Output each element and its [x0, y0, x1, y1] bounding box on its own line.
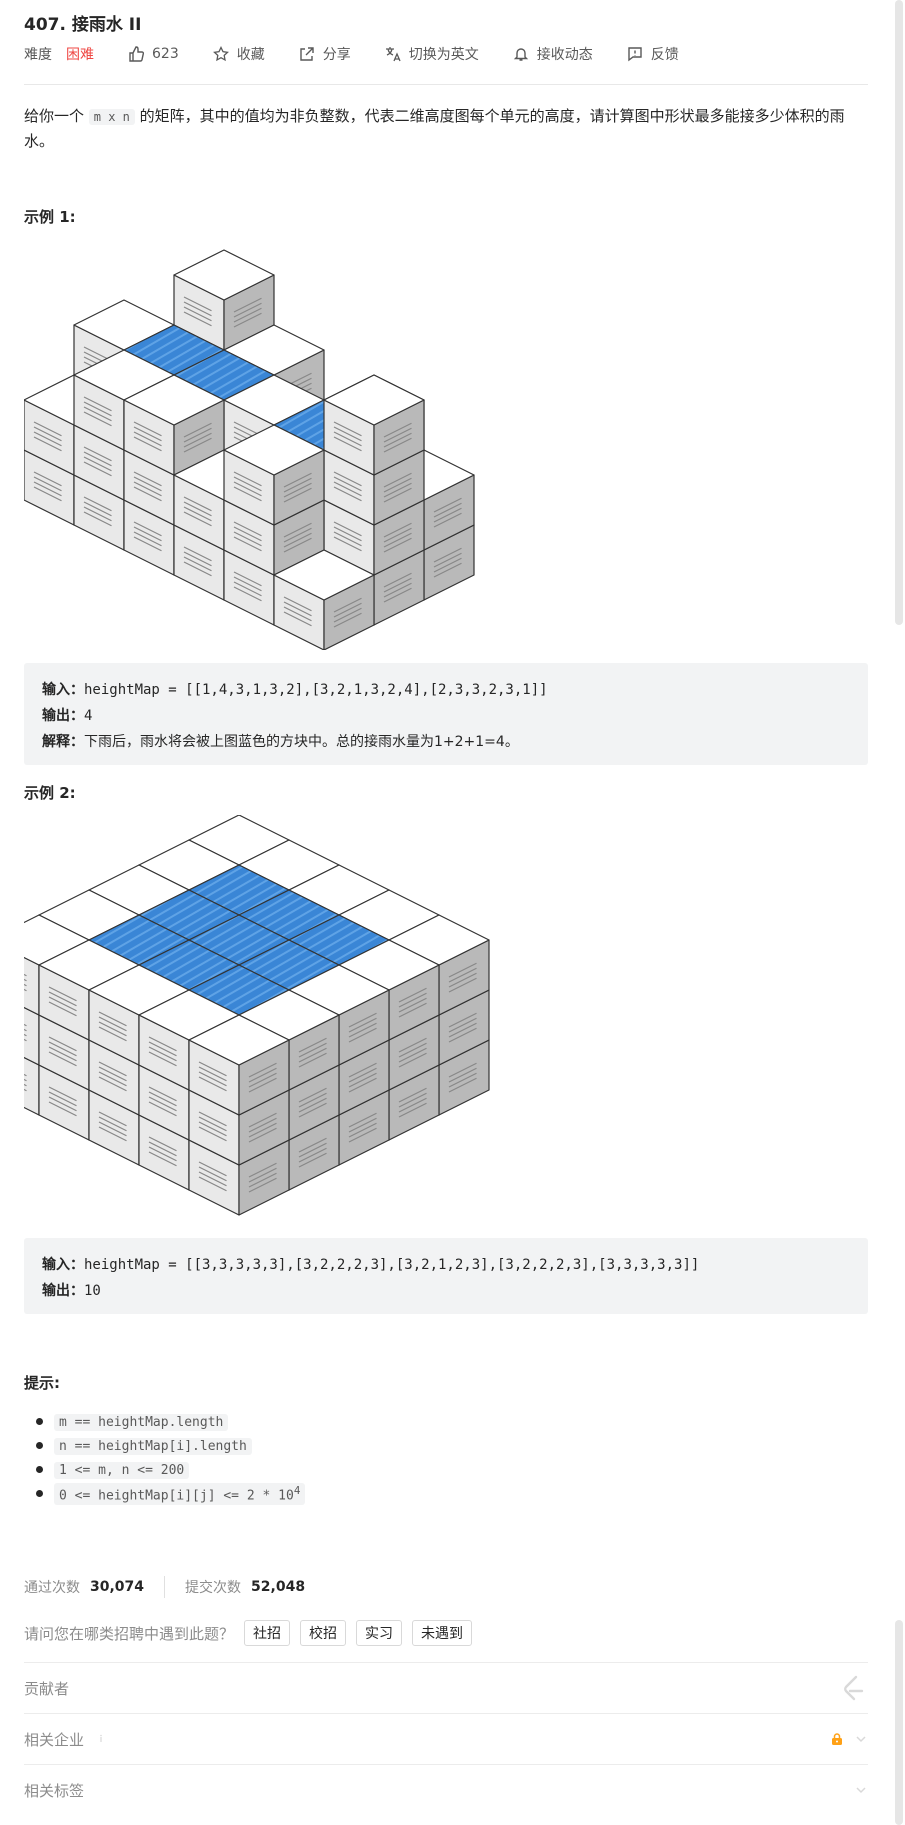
constraint-code: 1 <= m, n <= 200 [54, 1461, 190, 1479]
like-button[interactable]: 623 [128, 46, 179, 62]
feedback-button[interactable]: 反馈 [627, 44, 679, 64]
constraint-code: n == heightMap[i].length [54, 1437, 252, 1455]
example-1-explanation: 下雨后，雨水将会被上图蓝色的方块中。总的接雨水量为1+2+1=4。 [84, 734, 519, 750]
difficulty-badge: 困难 [66, 47, 94, 63]
constraint-item: n == heightMap[i].length [35, 1434, 305, 1458]
example-2-output: 10 [84, 1283, 101, 1299]
input-label: 输入： [42, 1257, 84, 1273]
example-2-box: 输入：heightMap = [[3,3,3,3,3],[3,2,2,2,3],… [24, 1238, 868, 1314]
passed-label: 通过次数 [24, 1580, 80, 1596]
example-1-input: heightMap = [[1,4,3,1,3,2],[3,2,1,3,2,4]… [84, 682, 548, 698]
translate-icon [385, 47, 401, 62]
switch-language-button[interactable]: 切换为英文 [385, 44, 479, 64]
subscribe-label: 接收动态 [536, 47, 593, 63]
output-label: 输出： [42, 1283, 84, 1299]
contributors-label: 贡献者 [24, 1679, 70, 1698]
switch-language-label: 切换为英文 [408, 47, 479, 63]
chevron-down-icon [856, 1787, 866, 1794]
favorite-label: 收藏 [236, 47, 265, 63]
constraint-code: m == heightMap.length [54, 1413, 229, 1431]
inline-code: m x n [88, 109, 135, 125]
recruit-option-social[interactable]: 社招 [244, 1620, 291, 1646]
problem-description: 给你一个 m x n 的矩阵，其中的值均为非负整数，代表二维高度图每个单元的高度… [24, 104, 868, 153]
description-text: 的矩阵，其中的值均为非负整数，代表二维高度图每个单元的高度，请计算图中形状最多能… [24, 107, 845, 150]
favorite-button[interactable]: 收藏 [212, 44, 265, 64]
output-label: 输出： [42, 708, 84, 724]
constraint-item: 0 <= heightMap[i][j] <= 2 * 104 [35, 1482, 306, 1506]
share-button[interactable]: 分享 [299, 44, 351, 64]
scrollbar[interactable] [893, 0, 905, 1825]
description-text: 给你一个 [24, 107, 89, 125]
like-count: 623 [152, 46, 179, 62]
example-2-input: heightMap = [[3,3,3,3,3],[3,2,2,2,3],[3,… [84, 1257, 700, 1273]
constraint-item: 1 <= m, n <= 200 [35, 1458, 305, 1482]
constraint-code: 0 <= heightMap[i][j] <= 2 * 104 [54, 1483, 306, 1505]
share-icon [300, 47, 314, 61]
recruit-question: 请问您在哪类招聘中遇到此题？ [24, 1624, 235, 1643]
bell-icon [513, 48, 528, 61]
example-1-illustration [24, 249, 475, 650]
example-2-heading: 示例 2: [24, 784, 76, 802]
companies-label: 相关企业 [24, 1730, 85, 1749]
constraints-heading: 提示: [24, 1374, 60, 1392]
problem-title: 407. 接雨水 II [24, 15, 142, 35]
constraint-code-text: 0 <= heightMap[i][j] <= 2 * 10 [59, 1488, 294, 1504]
recruit-option-intern[interactable]: 实习 [356, 1620, 403, 1646]
scrollbar-thumb[interactable] [895, 0, 903, 625]
divider [24, 84, 868, 85]
passed-count: 30,074 [90, 1579, 145, 1595]
contributors-section[interactable]: 贡献者 [24, 1662, 868, 1713]
tags-label: 相关标签 [24, 1781, 85, 1800]
explain-label: 解释： [42, 734, 84, 750]
chevron-down-icon [856, 1736, 866, 1743]
example-2-illustration [24, 815, 490, 1216]
problem-meta-bar: 难度 困难 623 收藏 分享 切换为英文 接收动态 反馈 [24, 44, 713, 64]
difficulty-label: 难度 [24, 47, 52, 63]
example-1-box: 输入：heightMap = [[1,4,3,1,3,2],[3,2,1,3,2… [24, 663, 868, 765]
star-icon [212, 46, 229, 62]
submitted-label: 提交次数 [185, 1580, 242, 1596]
feedback-icon [628, 47, 642, 62]
share-label: 分享 [322, 47, 351, 63]
tags-section[interactable]: 相关标签 [24, 1764, 868, 1815]
submission-stats: 通过次数 30,074 提交次数 52,048 [24, 1576, 305, 1598]
example-1-heading: 示例 1: [24, 208, 76, 226]
feedback-label: 反馈 [650, 47, 679, 63]
recruit-option-none[interactable]: 未遇到 [412, 1620, 473, 1646]
constraint-item: m == heightMap.length [35, 1410, 305, 1434]
constraint-exponent: 4 [293, 1484, 301, 1498]
scrollbar-thumb-lower[interactable] [895, 1620, 903, 1825]
lock-icon [832, 1733, 842, 1745]
constraints-list: m == heightMap.length n == heightMap[i].… [35, 1410, 306, 1506]
info-icon [100, 1734, 102, 1742]
thumbs-up-icon [129, 46, 144, 62]
input-label: 输入： [42, 682, 84, 698]
recruit-survey: 请问您在哪类招聘中遇到此题？ 社招 校招 实习 未遇到 [24, 1620, 473, 1646]
submitted-count: 52,048 [251, 1579, 306, 1595]
recruit-option-campus[interactable]: 校招 [300, 1620, 347, 1646]
leetcode-logo-icon [844, 1675, 864, 1701]
subscribe-button[interactable]: 接收动态 [513, 44, 593, 64]
stats-separator [164, 1576, 166, 1598]
example-1-output: 4 [84, 708, 93, 724]
companies-section[interactable]: 相关企业 [24, 1713, 868, 1764]
